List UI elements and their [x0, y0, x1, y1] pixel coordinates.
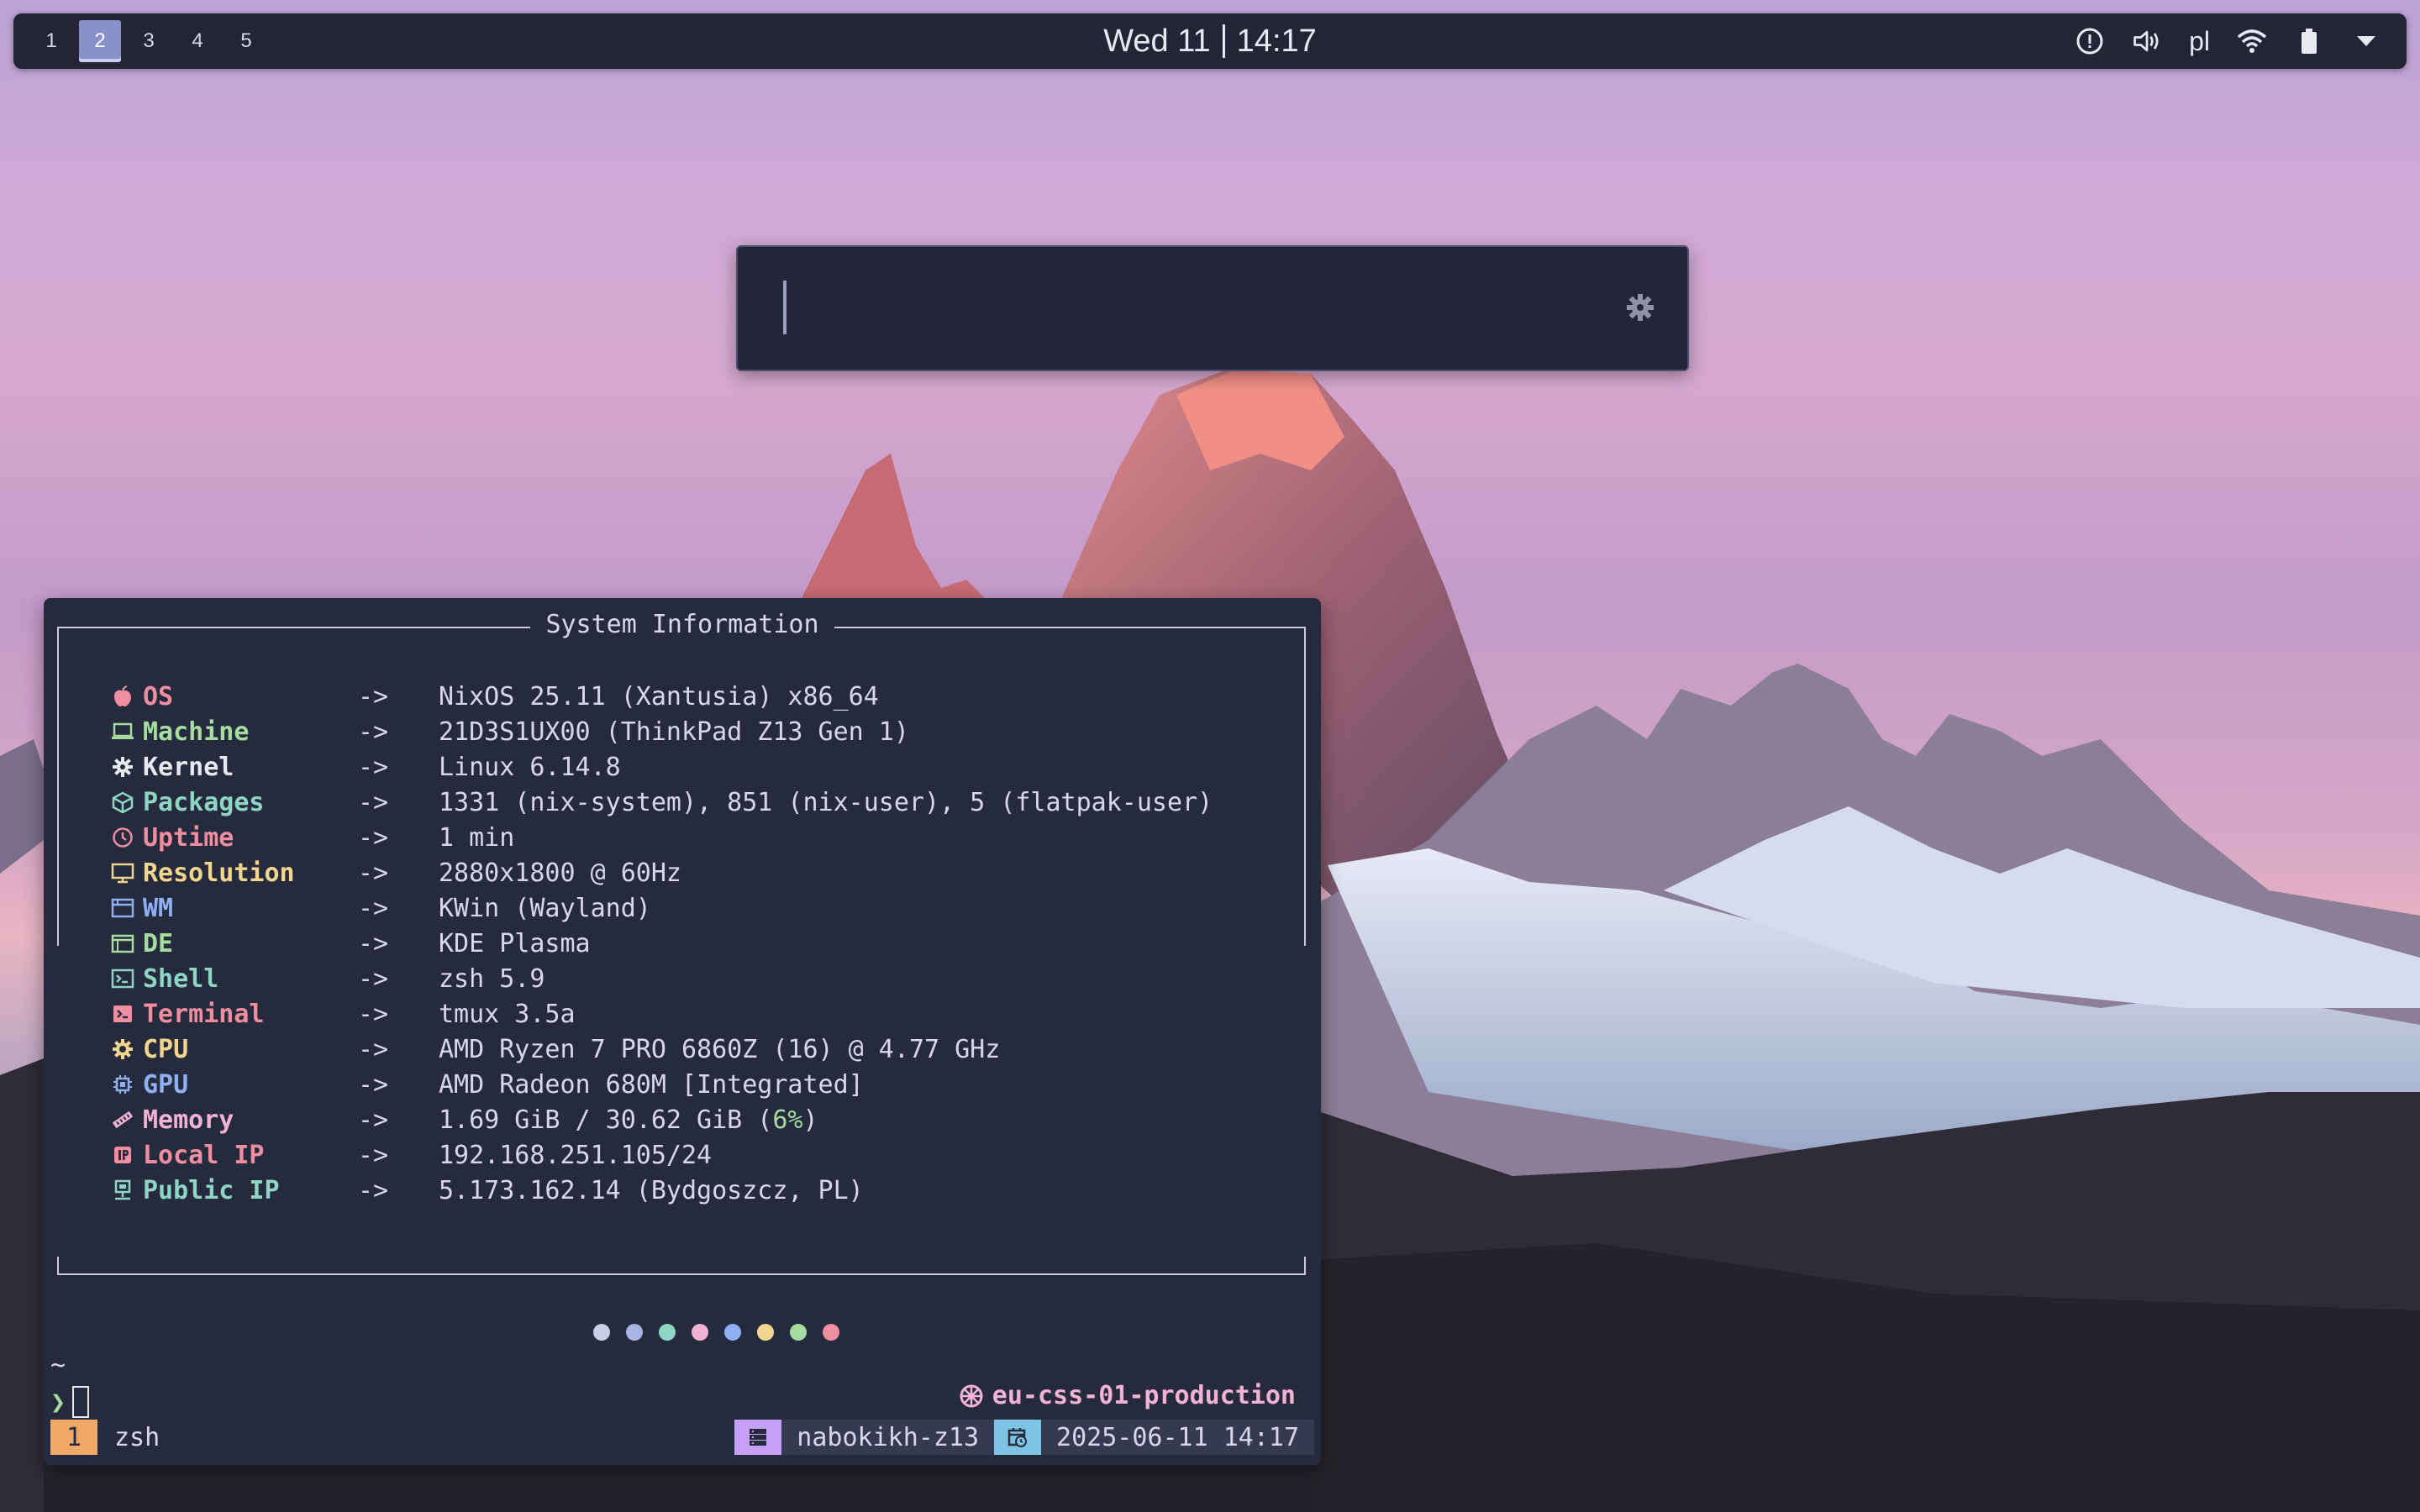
sysinfo-row: Resolution -> 2880x1800 @ 60Hz: [111, 855, 1213, 890]
memory-percent: 6%: [772, 1105, 803, 1135]
tmux-status-right: nabokikh-z13 2025-06-11 14:17: [734, 1420, 1314, 1455]
gear-icon: [111, 755, 134, 779]
palette-dot: [626, 1324, 643, 1341]
prompt-directory: ~: [50, 1351, 66, 1380]
clock-icon: [111, 826, 134, 849]
palette-dot: [823, 1324, 839, 1341]
desktop-window-icon: [111, 932, 134, 955]
sysinfo-row: Local IP -> 192.168.251.105/24: [111, 1137, 1213, 1173]
gear-icon[interactable]: [1625, 292, 1655, 323]
monitor-icon: [111, 861, 134, 885]
clock-time: 14:17: [1236, 23, 1317, 59]
sysinfo-row: CPU -> AMD Ryzen 7 PRO 6860Z (16) @ 4.77…: [111, 1032, 1213, 1067]
shell-icon: [111, 967, 134, 990]
sysinfo-box-title: System Information: [44, 610, 1321, 639]
tmux-status-bar: 1 zsh nabokikh-z13 2025-06-11 14:17: [50, 1420, 1314, 1455]
gpu-icon: [111, 1073, 134, 1096]
top-panel: 1 2 3 4 5 Wed 11 14:17 pl: [13, 13, 2407, 69]
battery-icon[interactable]: [2294, 26, 2324, 56]
expand-tray-icon[interactable]: [2351, 26, 2381, 56]
calendar-clock-icon: [994, 1420, 1042, 1455]
tmux-datetime: 2025-06-11 14:17: [1041, 1420, 1314, 1455]
keyboard-layout-indicator[interactable]: pl: [2189, 26, 2210, 57]
wifi-icon[interactable]: [2237, 26, 2267, 56]
ip-icon: [111, 1143, 134, 1167]
server-icon: [734, 1420, 782, 1455]
sysinfo-list: OS -> NixOS 25.11 (Xantusia) x86_64 Mach…: [111, 679, 1213, 1208]
network-icon: [111, 1179, 134, 1202]
palette-dot: [757, 1324, 774, 1341]
sysinfo-row: DE -> KDE Plasma: [111, 926, 1213, 961]
volume-icon[interactable]: [2132, 26, 2162, 56]
laptop-icon: [111, 720, 134, 743]
sysinfo-row: Machine -> 21D3S1UX00 (ThinkPad Z13 Gen …: [111, 714, 1213, 749]
cpu-icon: [111, 1037, 134, 1061]
package-icon: [111, 790, 134, 814]
shell-prompt[interactable]: ❯: [50, 1386, 90, 1418]
sysinfo-row: OS -> NixOS 25.11 (Xantusia) x86_64: [111, 679, 1213, 714]
terminal-icon: [111, 1002, 134, 1026]
launcher-search-box[interactable]: [736, 245, 1689, 371]
launcher-search-input[interactable]: [797, 272, 1556, 344]
sysinfo-row: Terminal -> tmux 3.5a: [111, 996, 1213, 1032]
kube-context: eu-css-01-production: [959, 1381, 1296, 1410]
sysinfo-row: Public IP -> 5.173.162.14 (Bydgoszcz, PL…: [111, 1173, 1213, 1208]
sysinfo-row: Shell -> zsh 5.9: [111, 961, 1213, 996]
kubernetes-icon: [960, 1384, 983, 1407]
sysinfo-box-bottom: [57, 1257, 1306, 1275]
info-icon[interactable]: [2075, 26, 2105, 56]
tmux-window-name[interactable]: zsh: [114, 1423, 160, 1452]
panel-clock[interactable]: Wed 11 14:17: [13, 13, 2407, 69]
palette-dot: [724, 1324, 741, 1341]
terminal-cursor: [72, 1386, 90, 1418]
clock-date: Wed 11: [1103, 23, 1211, 59]
terminal-window[interactable]: System Information OS -> NixOS 25.11 (Xa…: [44, 598, 1321, 1465]
tmux-hostname: nabokikh-z13: [781, 1420, 995, 1455]
sysinfo-row: GPU -> AMD Radeon 680M [Integrated]: [111, 1067, 1213, 1102]
prompt-symbol: ❯: [50, 1387, 66, 1417]
palette-dot: [659, 1324, 676, 1341]
tmux-window-index[interactable]: 1: [50, 1420, 97, 1455]
clock-separator: [1222, 24, 1225, 58]
apple-icon: [111, 685, 134, 708]
sysinfo-row: Packages -> 1331 (nix-system), 851 (nix-…: [111, 785, 1213, 820]
palette-dot: [790, 1324, 807, 1341]
sysinfo-row: WM -> KWin (Wayland): [111, 890, 1213, 926]
palette-dot: [593, 1324, 610, 1341]
system-tray: pl: [2075, 13, 2381, 69]
sysinfo-row: Uptime -> 1 min: [111, 820, 1213, 855]
sysinfo-row: Memory -> 1.69 GiB / 30.62 GiB (6%): [111, 1102, 1213, 1137]
color-palette: [593, 1324, 839, 1341]
window-icon: [111, 896, 134, 920]
memory-icon: [111, 1108, 134, 1131]
text-cursor: [783, 281, 786, 334]
sysinfo-row: Kernel -> Linux 6.14.8: [111, 749, 1213, 785]
palette-dot: [692, 1324, 708, 1341]
